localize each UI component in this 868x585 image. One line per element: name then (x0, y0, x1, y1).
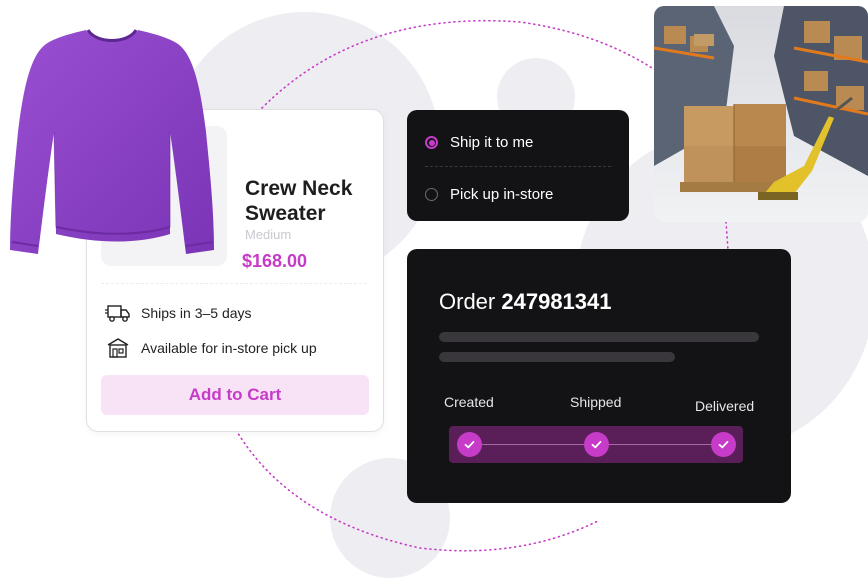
divider (101, 283, 367, 284)
order-progress-track (449, 426, 743, 463)
check-icon (711, 432, 736, 457)
order-title: Order 247981341 (439, 289, 612, 315)
store-icon (107, 338, 129, 358)
product-variant: Medium (245, 227, 292, 242)
check-icon (457, 432, 482, 457)
feature-pickup-text: Available for in-store pick up (141, 340, 317, 356)
placeholder-bar (439, 332, 759, 342)
delivery-options: Ship it to me Pick up in-store (407, 110, 629, 221)
option-ship-label: Ship it to me (450, 134, 534, 151)
radio-unselected-icon[interactable] (425, 188, 438, 201)
placeholder-bar (439, 352, 675, 362)
order-number: 247981341 (501, 289, 612, 314)
feature-shipping: Ships in 3–5 days (105, 302, 252, 324)
feature-shipping-text: Ships in 3–5 days (141, 305, 252, 321)
product-price: $168.00 (242, 251, 308, 271)
product-title: Crew Neck Sweater (245, 177, 353, 225)
step-delivered-label: Delivered (695, 398, 755, 414)
order-prefix: Order (439, 289, 496, 314)
option-ship-to-me[interactable]: Ship it to me (425, 134, 533, 151)
check-icon (584, 432, 609, 457)
options-divider (425, 166, 611, 167)
sweater-image (10, 29, 214, 254)
step-created-label: Created (444, 394, 494, 410)
delivery-truck-icon (105, 305, 130, 322)
step-shipped-label: Shipped (570, 394, 622, 410)
order-card: Order 247981341 Created Shipped Delivere… (407, 249, 791, 503)
warehouse-image (654, 6, 868, 222)
radio-selected-icon[interactable] (425, 136, 438, 149)
option-pickup-in-store[interactable]: Pick up in-store (425, 186, 553, 203)
feature-pickup: Available for in-store pick up (105, 337, 317, 359)
add-to-cart-button[interactable]: Add to Cart (101, 375, 369, 415)
option-pickup-label: Pick up in-store (450, 186, 554, 203)
